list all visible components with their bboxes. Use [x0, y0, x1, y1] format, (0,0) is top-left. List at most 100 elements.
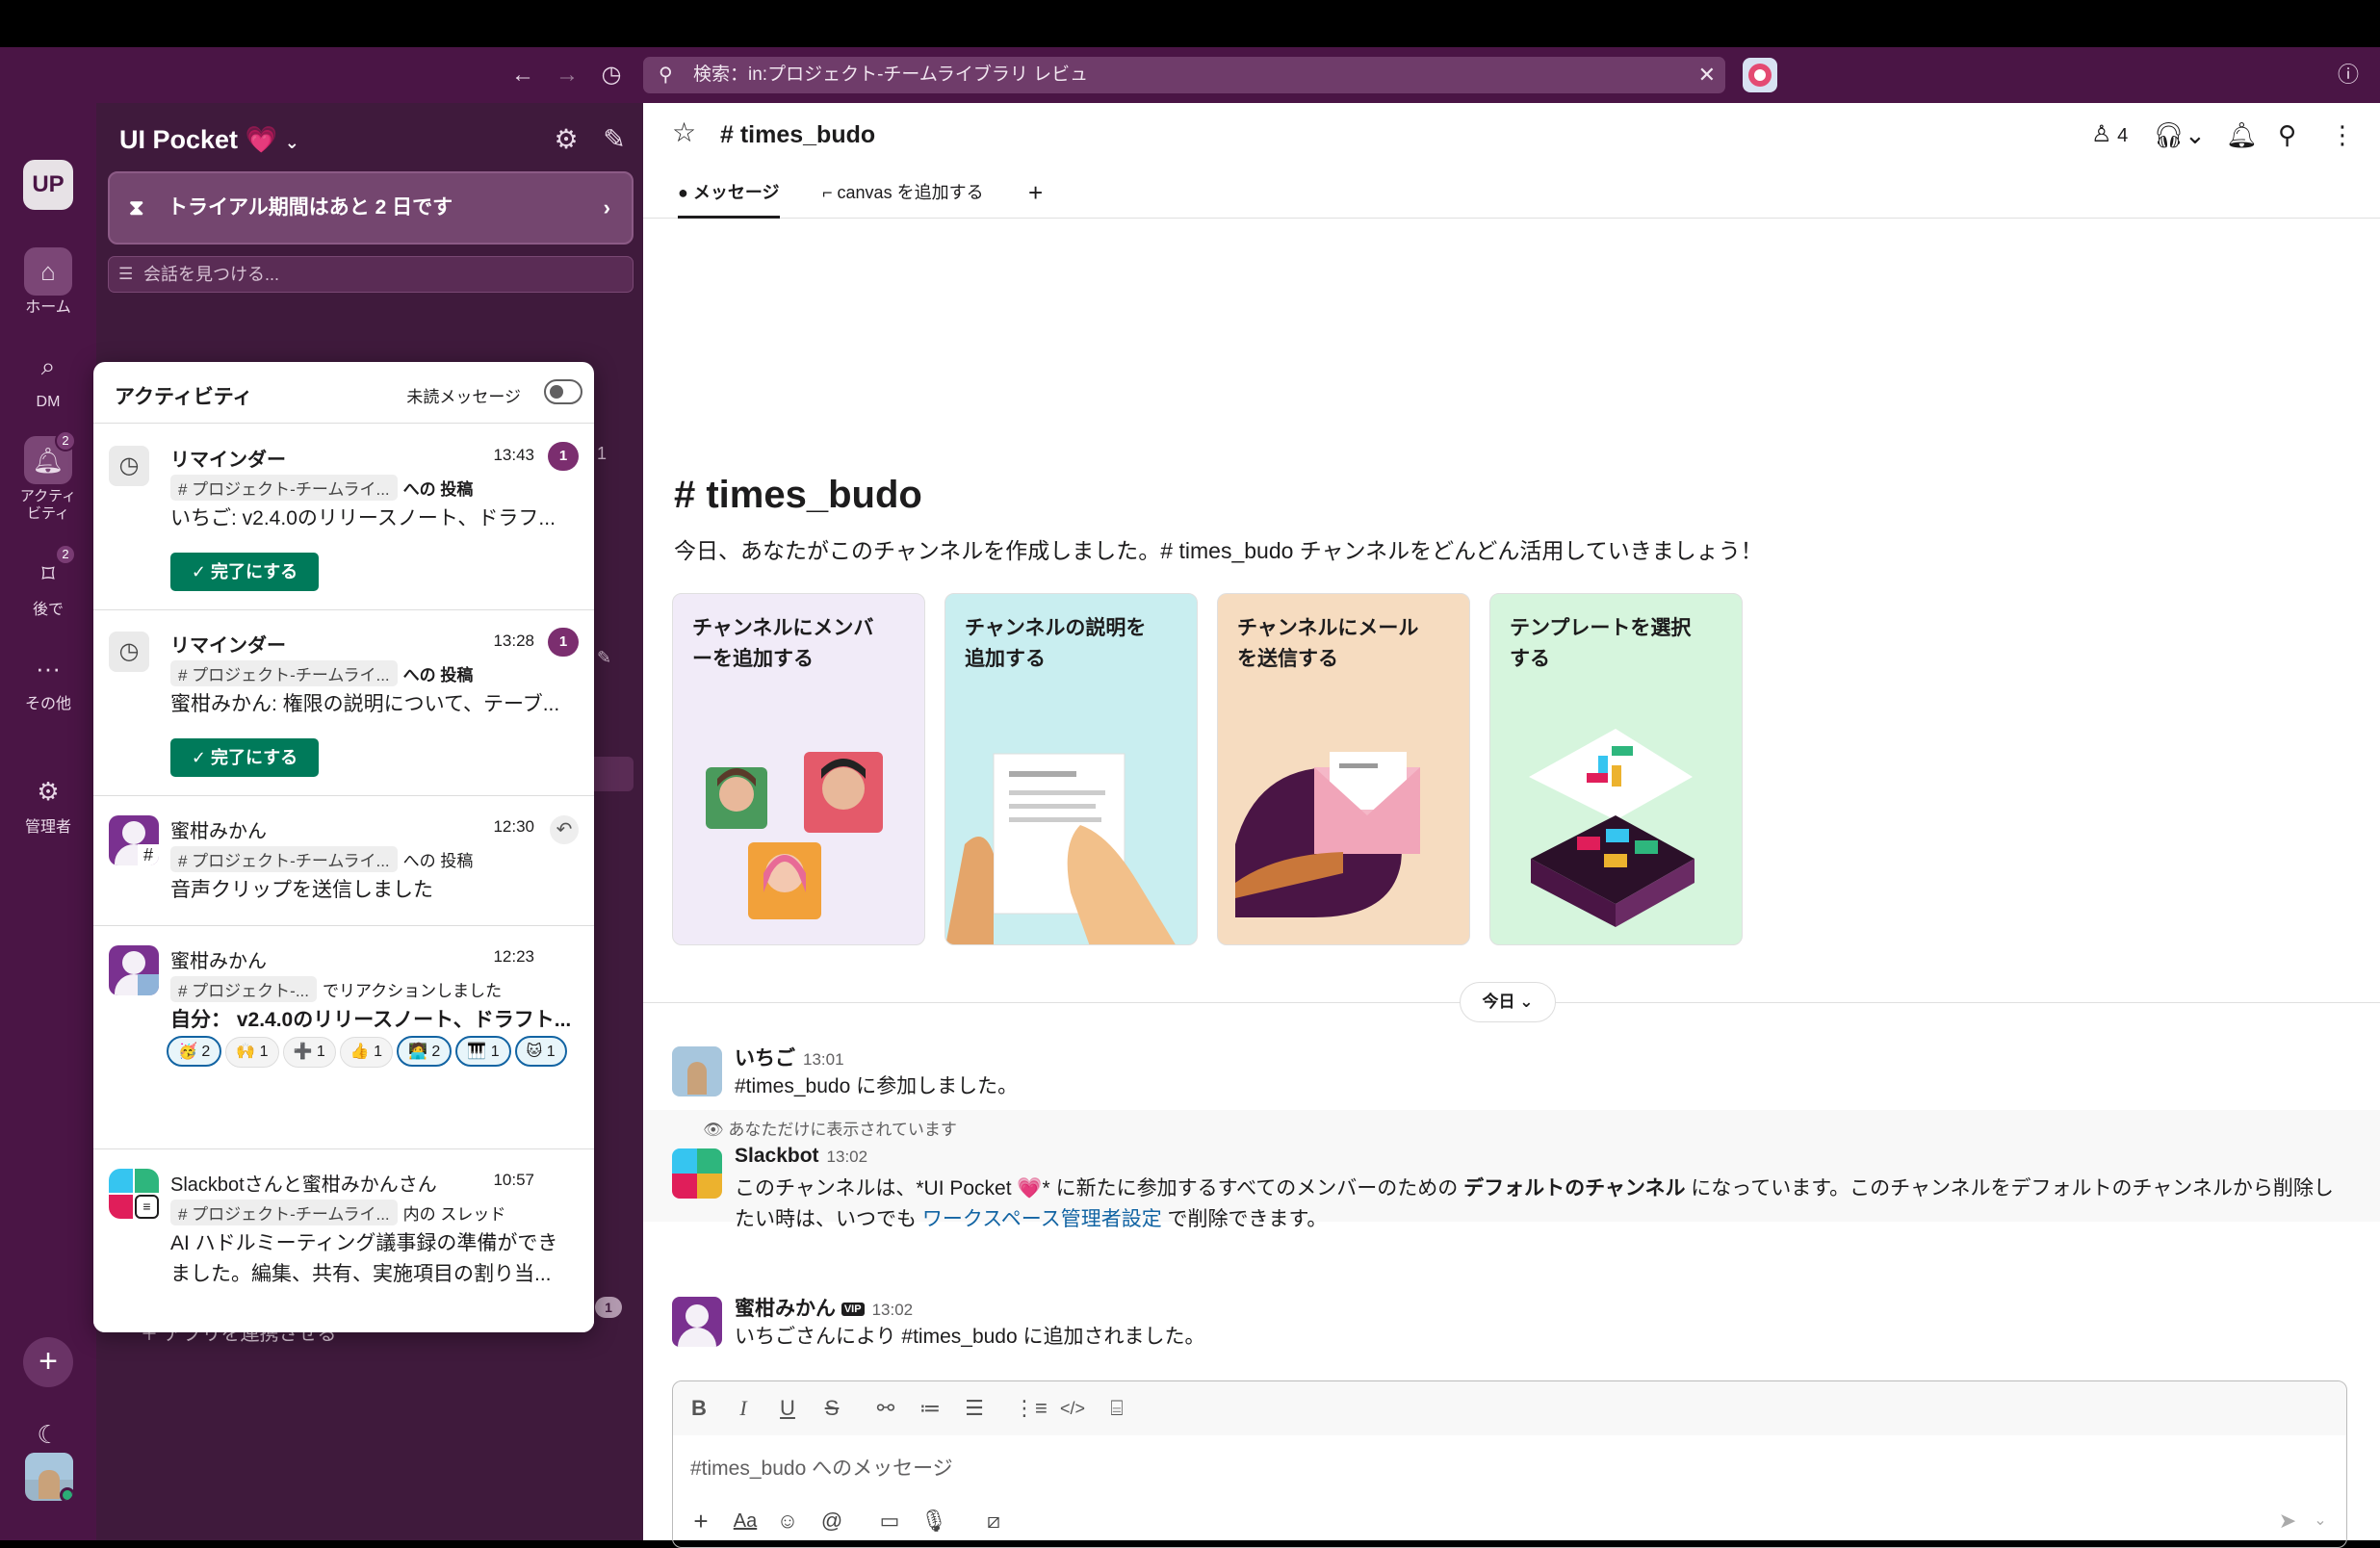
add-tab-plus-icon[interactable]: + — [1028, 174, 1043, 219]
bullet-list-icon[interactable]: ☰ — [960, 1393, 989, 1424]
activity-item-body: いちご: v2.4.0のリリースノート、ドラフ... — [170, 507, 556, 529]
reaction-chip[interactable]: 🧑‍💻 2 — [397, 1036, 453, 1067]
composer-input[interactable]: #times_budo へのメッセージ — [690, 1453, 953, 1482]
forward-arrow-icon[interactable]: → — [553, 61, 582, 90]
activity-item[interactable]: # 蜜柑みかん 12:30 ↶ # プロジェクト-チームライ... への 投稿 音… — [93, 796, 594, 926]
microphone-icon[interactable]: 🎙︎ — [918, 1505, 950, 1537]
sidebar-unread-badge: 1 — [595, 1297, 622, 1318]
edit-icon[interactable]: ✎ — [597, 648, 611, 668]
reaction-chip[interactable]: 🙌 1 — [225, 1037, 279, 1068]
ordered-list-icon[interactable]: ≔ — [916, 1393, 944, 1424]
member-count: 4 — [2117, 125, 2129, 146]
underline-icon[interactable]: U — [773, 1393, 802, 1424]
message-text-bold: デフォルトのチャンネル — [1463, 1177, 1686, 1200]
message-time[interactable]: 13:01 — [803, 1050, 844, 1069]
send-options-chevron-icon[interactable]: ⌄ — [2304, 1505, 2337, 1537]
card-send-email[interactable]: チャンネルにメールを送信する — [1217, 593, 1470, 945]
plus-icon[interactable]: + — [685, 1505, 717, 1537]
trial-banner[interactable]: ⧗ トライアル期間はあと 2 日です › — [108, 171, 634, 245]
channel-chip[interactable]: # プロジェクト-... — [170, 976, 318, 1002]
user-avatar[interactable] — [672, 1046, 722, 1096]
send-icon[interactable]: ➤ — [2271, 1505, 2304, 1537]
formatting-toolbar: B I U S ⚯ ≔ ☰ ⋮≡ </> ⌸ — [673, 1381, 2346, 1435]
channel-name[interactable]: # times_budo — [720, 118, 875, 151]
message-author[interactable]: いちご 13:01 — [735, 1043, 844, 1071]
channel-intro-title: # times_budo — [674, 474, 922, 516]
search-bar[interactable]: ⚲ 検索：in:プロジェクト-チームライブラリ レビュ ✕ — [643, 57, 1725, 93]
tab-messages[interactable]: ● メッセージ — [678, 174, 780, 219]
reaction-chip[interactable]: ➕ 1 — [282, 1037, 336, 1068]
card-add-members[interactable]: チャンネルにメンバーを追加する — [672, 593, 925, 945]
rail-dm[interactable]: ⌕ DM — [0, 342, 96, 411]
card-add-description[interactable]: チャンネルの説明を追加する — [944, 593, 1198, 945]
settings-icon[interactable]: ⚙ — [549, 122, 583, 157]
star-icon[interactable]: ☆ — [672, 116, 696, 148]
add-button[interactable]: + — [23, 1337, 73, 1387]
reaction-chip[interactable]: 👍 1 — [339, 1037, 394, 1068]
reaction-chip[interactable]: 🥳 2 — [167, 1036, 222, 1067]
message-time[interactable]: 13:02 — [827, 1148, 868, 1166]
message-author[interactable]: Slackbot 13:02 — [735, 1145, 867, 1168]
rail-later[interactable]: ⌑ 2 後で — [0, 544, 96, 619]
channel-chip[interactable]: # プロジェクト-チームライ... — [170, 475, 398, 501]
activity-item-count: 1 — [548, 442, 579, 471]
activity-item[interactable]: 蜜柑みかん 12:23 # プロジェクト-... でリアクションしました 自分： … — [93, 926, 594, 1149]
activity-item-time: 12:30 — [493, 817, 534, 836]
channel-chip[interactable]: # プロジェクト-チームライ... — [170, 660, 398, 686]
channel-chip[interactable]: # プロジェクト-チームライ... — [170, 846, 398, 872]
mark-done-button[interactable]: ✓ 完了にする — [170, 553, 319, 591]
back-arrow-icon[interactable]: ← — [508, 61, 537, 90]
sidebar-selected-item[interactable] — [589, 757, 634, 791]
user-avatar[interactable] — [672, 1297, 722, 1347]
search-icon[interactable]: ⚲ — [2278, 118, 2296, 151]
blockquote-icon[interactable]: ⋮≡ — [1014, 1393, 1048, 1424]
channel-chip[interactable]: # プロジェクト-チームライ... — [170, 1200, 398, 1226]
strikethrough-icon[interactable]: S — [817, 1393, 846, 1424]
link-icon[interactable]: ⚯ — [871, 1393, 900, 1424]
ai-assistant-button[interactable] — [1743, 58, 1777, 92]
history-icon[interactable]: ◷ — [597, 61, 626, 90]
reaction-chip[interactable]: 🎹 1 — [455, 1036, 511, 1067]
activity-item[interactable]: ◷ リマインダー 13:28 1 # プロジェクト-チームライ... への 投稿 … — [93, 610, 594, 796]
emoji-icon[interactable]: ☺ — [771, 1505, 804, 1537]
activity-item[interactable]: ◷ リマインダー 13:43 1 # プロジェクト-チームライ... への 投稿 … — [93, 425, 594, 610]
admin-settings-link[interactable]: ワークスペース管理者設定 — [922, 1208, 1162, 1230]
slash-command-icon[interactable]: ⧄ — [977, 1505, 1010, 1537]
mention-icon[interactable]: @ — [815, 1505, 848, 1537]
user-avatar[interactable] — [25, 1453, 73, 1501]
compose-icon[interactable]: ✎ — [597, 122, 632, 157]
help-icon[interactable]: ⓘ — [2334, 61, 2363, 90]
slackbot-avatar[interactable] — [672, 1148, 722, 1199]
date-divider-today-button[interactable]: 今日 ⌄ — [1460, 982, 1556, 1022]
workspace-avatar[interactable]: UP — [23, 160, 73, 210]
reaction-chip[interactable]: 🐱 1 — [514, 1036, 567, 1067]
activity-item[interactable]: ≡ Slackbotさんと蜜柑みかんさん 10:57 # プロジェクト-チームラ… — [93, 1149, 594, 1332]
text-format-icon[interactable]: Aa — [729, 1505, 762, 1537]
mark-done-button[interactable]: ✓ 完了にする — [170, 738, 319, 777]
find-conversation-input[interactable]: ☰ 会話を見つける... — [108, 256, 634, 293]
slackbot-avatar: ≡ — [109, 1169, 159, 1219]
unread-toggle[interactable] — [544, 379, 582, 404]
message-author[interactable]: 蜜柑みかん VIP 13:02 — [735, 1293, 913, 1322]
activity-item-body: 自分： v2.4.0のリリースノート、ドラフト... — [170, 1009, 572, 1031]
message-time[interactable]: 13:02 — [872, 1301, 914, 1319]
rail-home[interactable]: ⌂ ホーム — [0, 247, 96, 317]
source-suffix: への 投稿 — [402, 666, 474, 684]
clear-icon[interactable]: ✕ — [1698, 57, 1716, 93]
workspace-name[interactable]: UI Pocket 💗 ⌄ — [119, 120, 299, 162]
huddle-headphones-icon[interactable]: 🎧︎⌄ — [2153, 118, 2206, 151]
italic-icon[interactable]: I — [729, 1393, 758, 1424]
code-icon[interactable]: </> — [1058, 1393, 1087, 1424]
rail-activity[interactable]: 🔔︎ 2 アクティビティ — [0, 430, 96, 523]
bold-icon[interactable]: B — [685, 1393, 713, 1424]
more-vertical-icon[interactable]: ⋮ — [2330, 118, 2355, 151]
card-select-template[interactable]: テンプレートを選択する — [1489, 593, 1743, 945]
members-button[interactable]: ♙ 4 — [2091, 118, 2128, 152]
code-block-icon[interactable]: ⌸ — [1102, 1393, 1131, 1424]
rail-more[interactable]: ··· その他 — [0, 644, 96, 713]
video-icon[interactable]: ▭ — [873, 1505, 906, 1537]
rail-admin[interactable]: ⚙ 管理者 — [0, 767, 96, 837]
reply-icon[interactable]: ↶ — [550, 815, 579, 844]
notification-bell-icon[interactable]: 🔔︎ — [2226, 118, 2258, 151]
tab-add-canvas[interactable]: ⌐ canvas を追加する — [822, 174, 984, 219]
